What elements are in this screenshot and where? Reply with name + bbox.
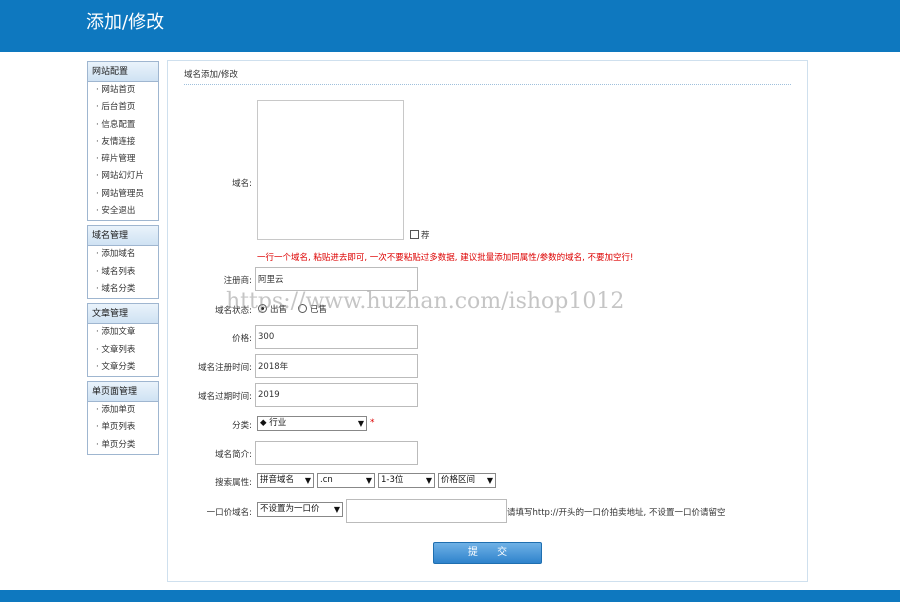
menu-group-domains: 域名管理 · 添加域名 · 域名列表 · 域名分类 — [87, 225, 159, 300]
price-range-select[interactable]: 价格区间 ▼ — [438, 473, 496, 488]
recommend-checkbox[interactable] — [410, 230, 419, 239]
chevron-down-icon: ▼ — [365, 476, 372, 485]
domain-note: 一行一个域名, 粘贴进去即可, 一次不要粘贴过多数据, 建议批量添加同属性/参数… — [257, 253, 634, 263]
price-input[interactable] — [255, 325, 418, 349]
menu-item-add-page[interactable]: · 添加单页 — [88, 402, 158, 419]
reg-time-input[interactable] — [255, 354, 418, 378]
menu-group-pages: 单页面管理 · 添加单页 · 单页列表 · 单页分类 — [87, 381, 159, 456]
menu-item-info-config[interactable]: · 信息配置 — [88, 117, 158, 134]
menu-item-article-category[interactable]: · 文章分类 — [88, 359, 158, 376]
price-range-value: 价格区间 — [441, 475, 476, 485]
intro-label: 域名简介: — [215, 450, 252, 460]
menu-item-admin-home[interactable]: · 后台首页 — [88, 99, 158, 116]
menu-item-add-article[interactable]: · 添加文章 — [88, 324, 158, 341]
suffix-value: .cn — [320, 475, 333, 485]
fixed-price-hint: 请填写http://开头的一口价拍卖地址, 不设置一口价请留空 — [507, 508, 726, 518]
fixed-price-url-input[interactable] — [346, 499, 507, 523]
menu-item-domain-category[interactable]: · 域名分类 — [88, 281, 158, 298]
menu-item-fragments[interactable]: · 碎片管理 — [88, 151, 158, 168]
menu-group-title[interactable]: 文章管理 — [88, 304, 158, 325]
fixed-price-value: 不设置为一口价 — [260, 504, 320, 514]
page-title: 添加/修改 — [86, 12, 165, 33]
domain-textarea[interactable] — [257, 100, 404, 240]
menu-item-add-domain[interactable]: · 添加域名 — [88, 246, 158, 263]
footer-bar — [0, 590, 900, 602]
sidebar: 网站配置 · 网站首页 · 后台首页 · 信息配置 · 友情连接 · 碎片管理 … — [87, 61, 159, 459]
attr-type-select[interactable]: 拼音域名 ▼ — [257, 473, 314, 488]
menu-group-title[interactable]: 单页面管理 — [88, 382, 158, 403]
menu-item-site-home[interactable]: · 网站首页 — [88, 82, 158, 99]
chevron-down-icon: ▼ — [333, 505, 340, 514]
menu-item-logout[interactable]: · 安全退出 — [88, 203, 158, 220]
length-value: 1-3位 — [381, 475, 404, 485]
category-label: 分类: — [232, 421, 252, 431]
exp-time-label: 域名过期时间: — [198, 392, 252, 402]
domain-label: 域名: — [232, 179, 252, 189]
header-bar: 添加/修改 — [0, 0, 900, 52]
registrar-label: 注册商: — [223, 276, 252, 286]
reg-time-label: 域名注册时间: — [198, 363, 252, 373]
section-title: 域名添加/修改 — [184, 70, 238, 80]
menu-item-domain-list[interactable]: · 域名列表 — [88, 264, 158, 281]
category-select-value: ◆ 行业 — [260, 418, 287, 428]
chevron-down-icon: ▼ — [357, 419, 364, 428]
length-select[interactable]: 1-3位 ▼ — [378, 473, 435, 488]
menu-item-friend-links[interactable]: · 友情连接 — [88, 134, 158, 151]
attr-type-value: 拼音域名 — [260, 475, 295, 485]
intro-input[interactable] — [255, 441, 418, 465]
registrar-input[interactable] — [255, 267, 418, 291]
price-label: 价格: — [232, 334, 252, 344]
required-mark: * — [370, 418, 375, 428]
chevron-down-icon: ▼ — [425, 476, 432, 485]
menu-item-article-list[interactable]: · 文章列表 — [88, 342, 158, 359]
submit-button[interactable]: 提 交 — [433, 542, 542, 564]
category-select[interactable]: ◆ 行业 ▼ — [257, 416, 367, 431]
search-attr-label: 搜索属性: — [215, 478, 252, 488]
exp-time-input[interactable] — [255, 383, 418, 407]
recommend-label: 荐 — [421, 231, 430, 241]
menu-group-site-config: 网站配置 · 网站首页 · 后台首页 · 信息配置 · 友情连接 · 碎片管理 … — [87, 61, 159, 222]
fixed-price-label: 一口价域名: — [206, 508, 252, 518]
watermark: https://www.huzhan.com/ishop1012 — [226, 289, 625, 314]
suffix-select[interactable]: .cn ▼ — [317, 473, 375, 488]
menu-group-articles: 文章管理 · 添加文章 · 文章列表 · 文章分类 — [87, 303, 159, 378]
fixed-price-select[interactable]: 不设置为一口价 ▼ — [257, 502, 343, 517]
menu-group-title[interactable]: 域名管理 — [88, 226, 158, 247]
menu-item-page-category[interactable]: · 单页分类 — [88, 437, 158, 454]
chevron-down-icon: ▼ — [486, 476, 493, 485]
menu-group-title[interactable]: 网站配置 — [88, 62, 158, 82]
menu-item-page-list[interactable]: · 单页列表 — [88, 419, 158, 436]
menu-item-site-admins[interactable]: · 网站管理员 — [88, 186, 158, 203]
divider — [184, 84, 791, 85]
chevron-down-icon: ▼ — [304, 476, 311, 485]
menu-item-slides[interactable]: · 网站幻灯片 — [88, 168, 158, 185]
